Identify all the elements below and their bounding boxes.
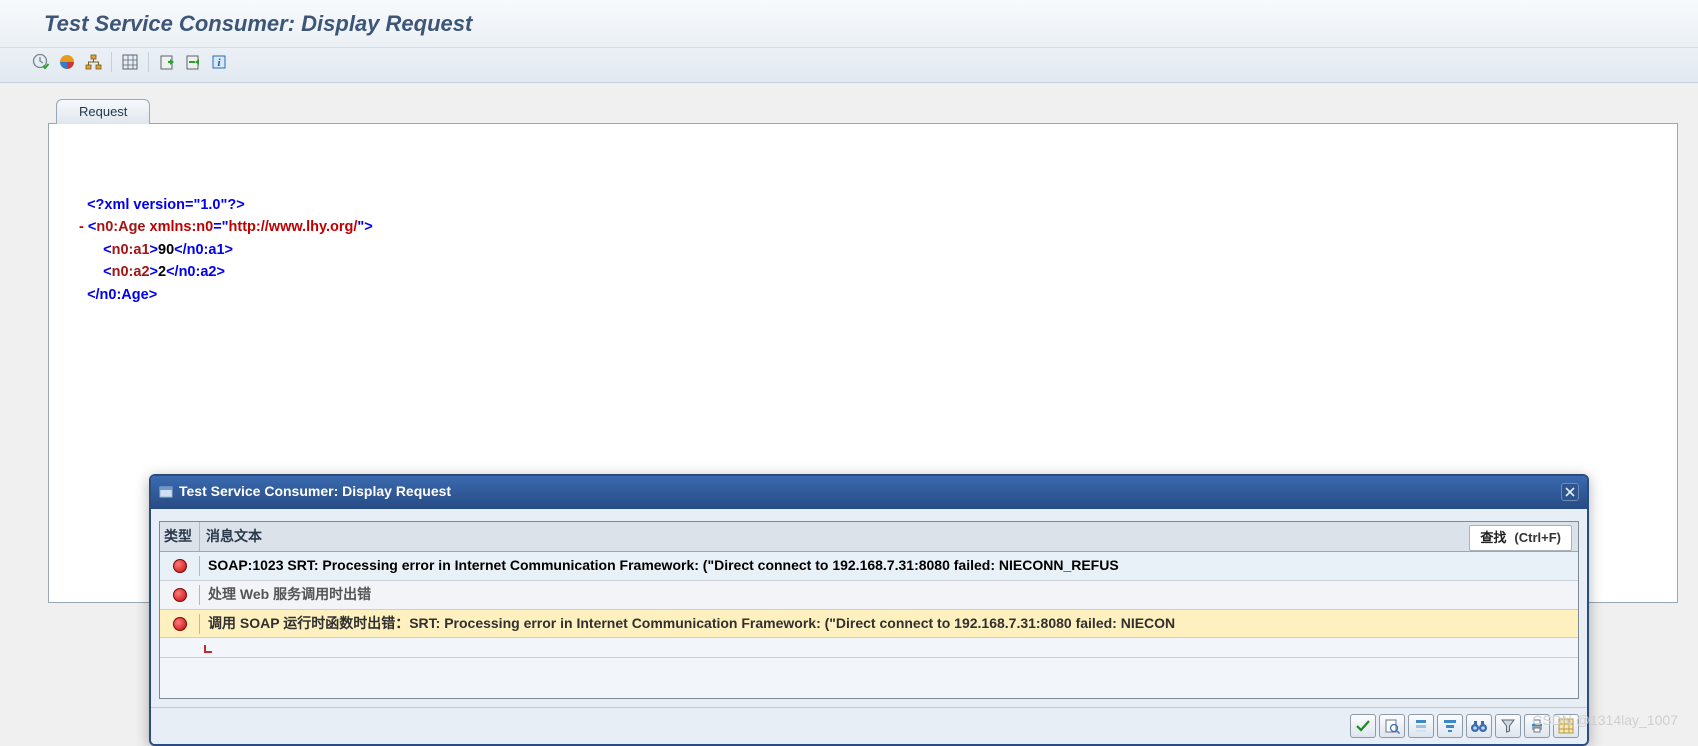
dialog-title-icon <box>159 485 173 499</box>
filter-button[interactable] <box>1495 714 1521 738</box>
col-type-header: 类型 <box>160 522 200 552</box>
page-title: Test Service Consumer: Display Request <box>0 7 1698 47</box>
message-text: 处理 Web 服务调用时出错 <box>200 581 1578 609</box>
find-label: 查找 <box>1480 528 1506 548</box>
message-table-header: 类型 消息文本 查找 (Ctrl+F) <box>160 522 1578 553</box>
message-text: SOAP:1023 SRT: Processing error in Inter… <box>200 552 1578 580</box>
message-table: 类型 消息文本 查找 (Ctrl+F) SOAP:1023 SRT: Proce… <box>159 521 1579 700</box>
toolbar-separator <box>111 52 112 72</box>
message-row[interactable]: 处理 Web 服务调用时出错 <box>160 581 1578 610</box>
align-button[interactable] <box>1437 714 1463 738</box>
message-row[interactable]: SOAP:1023 SRT: Processing error in Inter… <box>160 552 1578 581</box>
check-button[interactable] <box>1350 714 1376 738</box>
dialog-toolbar <box>151 707 1587 744</box>
message-text: 调用 SOAP 运行时函数时出错：SRT: Processing error i… <box>200 610 1578 638</box>
export-green-icon[interactable] <box>182 51 204 73</box>
message-dialog: Test Service Consumer: Display Request 类… <box>149 474 1589 746</box>
message-sub-row <box>160 638 1578 658</box>
dialog-title-text: Test Service Consumer: Display Request <box>179 481 1555 503</box>
xml-root-open: - <n0:Age xmlns:n0="http://www.lhy.org/"… <box>79 216 1657 238</box>
error-icon <box>160 614 200 634</box>
xml-a2: <n0:a2>2</n0:a2> <box>79 261 1657 283</box>
toolbar-separator <box>148 52 149 72</box>
xml-content-panel: <?xml version="1.0"?> - <n0:Age xmlns:n0… <box>48 123 1678 603</box>
main-toolbar: i <box>0 47 1698 78</box>
xml-a1: <n0:a1>90</n0:a1> <box>79 239 1657 261</box>
dialog-close-button[interactable] <box>1561 483 1579 501</box>
grid-icon[interactable] <box>119 51 141 73</box>
xml-root-close: </n0:Age> <box>79 284 1657 306</box>
table-spacer <box>160 658 1578 698</box>
xml-processing-instruction: <?xml version="1.0"?> <box>79 194 1657 216</box>
sort-button[interactable] <box>1408 714 1434 738</box>
message-row[interactable]: 调用 SOAP 运行时函数时出错：SRT: Processing error i… <box>160 610 1578 639</box>
structure-icon[interactable] <box>82 51 104 73</box>
circle-quarters-icon[interactable] <box>56 51 78 73</box>
error-icon <box>160 585 200 605</box>
search-button[interactable] <box>1379 714 1405 738</box>
info-blue-icon[interactable]: i <box>208 51 230 73</box>
dialog-titlebar: Test Service Consumer: Display Request <box>151 476 1587 509</box>
import-icon[interactable] <box>156 51 178 73</box>
find-tooltip: 查找 (Ctrl+F) <box>1469 525 1572 551</box>
clock-check-icon[interactable] <box>30 51 52 73</box>
watermark: CSDN @1314lay_1007 <box>1532 712 1678 728</box>
dialog-body: 类型 消息文本 查找 (Ctrl+F) SOAP:1023 SRT: Proce… <box>151 509 1587 708</box>
col-text-header: 消息文本 查找 (Ctrl+F) <box>200 522 1578 552</box>
error-icon <box>160 556 200 576</box>
tab-request[interactable]: Request <box>56 99 150 124</box>
app-header: Test Service Consumer: Display Request i <box>0 0 1698 83</box>
binoculars-button[interactable] <box>1466 714 1492 738</box>
find-shortcut: (Ctrl+F) <box>1514 528 1561 548</box>
tab-strip: Request <box>56 97 1698 123</box>
